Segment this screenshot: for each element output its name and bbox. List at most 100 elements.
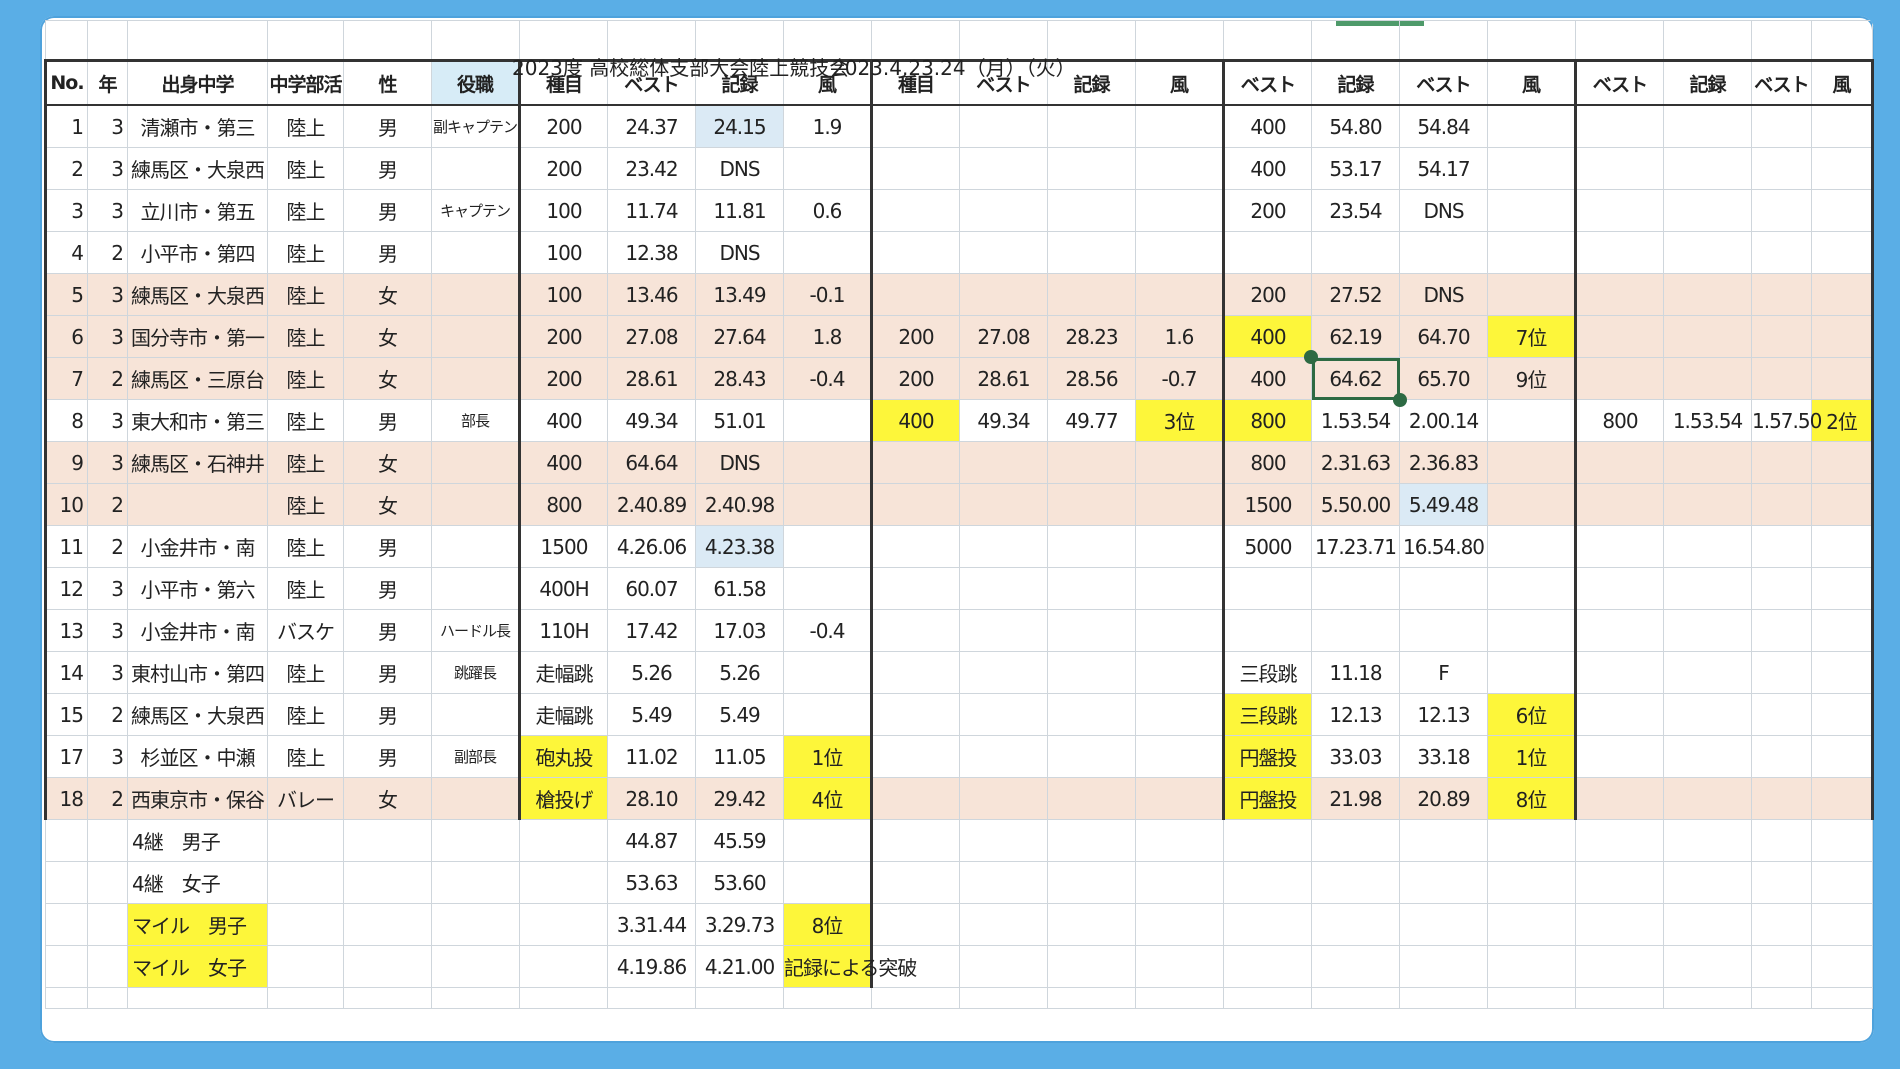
table-cell-ev3[interactable]: 400	[1223, 147, 1312, 190]
table-cell-rec3[interactable]: 2.31.63	[1311, 441, 1400, 484]
table-cell-c22[interactable]	[1811, 315, 1874, 358]
blank-cell[interactable]	[1223, 861, 1312, 904]
table-cell-best2[interactable]	[959, 651, 1048, 694]
blank-cell[interactable]	[87, 20, 128, 61]
blank-cell[interactable]	[343, 903, 432, 946]
table-cell-rec1[interactable]: 11.05	[695, 735, 784, 778]
table-cell-no[interactable]: 14	[44, 651, 88, 694]
table-cell-ev1[interactable]: 200	[519, 147, 608, 190]
table-cell-c19[interactable]	[1575, 609, 1664, 652]
relay-rank[interactable]: 8位	[783, 903, 873, 946]
blank-cell[interactable]	[1223, 903, 1312, 946]
table-cell-grade[interactable]: 3	[87, 189, 128, 232]
table-cell-wind2[interactable]	[1135, 609, 1225, 652]
table-cell-role[interactable]: 副キャプテン	[431, 104, 521, 148]
table-cell-grade[interactable]: 2	[87, 693, 128, 736]
table-cell-best1[interactable]: 23.42	[607, 147, 696, 190]
table-cell-rec3[interactable]: 33.03	[1311, 735, 1400, 778]
table-cell-best3[interactable]: DNS	[1399, 189, 1488, 232]
table-cell-ev3[interactable]: 800	[1223, 441, 1312, 484]
table-cell-role[interactable]: 部長	[431, 399, 521, 442]
table-cell-rec2[interactable]	[1047, 483, 1136, 526]
table-cell-rec1[interactable]: 4.23.38	[695, 525, 784, 568]
table-cell-best1[interactable]: 11.74	[607, 189, 696, 232]
blank-cell[interactable]	[1663, 861, 1752, 904]
table-cell-best2[interactable]	[959, 609, 1048, 652]
table-cell-no[interactable]: 9	[44, 441, 88, 484]
blank-cell[interactable]	[267, 903, 344, 946]
blank-cell[interactable]	[1575, 861, 1664, 904]
table-cell-wind2[interactable]	[1135, 483, 1225, 526]
table-cell-no[interactable]: 6	[44, 315, 88, 358]
blank-cell[interactable]	[267, 819, 344, 862]
blank-cell[interactable]	[1487, 987, 1576, 1009]
blank-cell[interactable]	[267, 945, 344, 988]
table-cell-wind1[interactable]: -0.4	[783, 357, 873, 400]
table-cell-wind2[interactable]	[1135, 273, 1225, 316]
table-cell-wind2[interactable]	[1135, 525, 1225, 568]
table-cell-wind2[interactable]	[1135, 735, 1225, 778]
blank-cell[interactable]	[1751, 987, 1812, 1009]
relay-label[interactable]: 4継 男子	[127, 819, 268, 862]
table-cell-ev1[interactable]: 槍投げ	[519, 777, 608, 820]
table-cell-club[interactable]: 陸上	[267, 651, 344, 694]
table-cell-best1[interactable]: 5.26	[607, 651, 696, 694]
table-cell-rec3[interactable]	[1311, 231, 1400, 274]
table-cell-wind2[interactable]	[1135, 147, 1225, 190]
table-cell-wind1[interactable]: -0.1	[783, 273, 873, 316]
table-cell-sex[interactable]: 男	[343, 399, 432, 442]
table-cell-best1[interactable]: 60.07	[607, 567, 696, 610]
table-cell-no[interactable]: 1	[44, 104, 88, 148]
table-cell-best2[interactable]	[959, 693, 1048, 736]
table-cell-rec2[interactable]: 28.23	[1047, 315, 1136, 358]
table-cell-ev3[interactable]: 200	[1223, 189, 1312, 232]
header-cell[interactable]: 性	[343, 59, 432, 106]
table-cell-wind2[interactable]	[1135, 441, 1225, 484]
blank-cell[interactable]	[1751, 903, 1812, 946]
header-cell[interactable]: 役職	[431, 59, 521, 106]
table-cell-best3[interactable]: 2.36.83	[1399, 441, 1488, 484]
blank-cell[interactable]	[959, 987, 1048, 1009]
table-cell-ev3[interactable]: 三段跳	[1223, 693, 1312, 736]
blank-cell[interactable]	[1223, 945, 1312, 988]
table-cell-c19[interactable]	[1575, 357, 1664, 400]
blank-cell[interactable]	[267, 20, 344, 61]
table-cell-c20[interactable]	[1663, 189, 1752, 232]
table-cell-grade[interactable]: 3	[87, 399, 128, 442]
blank-cell[interactable]	[783, 987, 872, 1009]
table-cell-c19[interactable]	[1575, 231, 1664, 274]
table-cell-c21[interactable]	[1751, 609, 1812, 652]
table-cell-sex[interactable]: 男	[343, 525, 432, 568]
relay-rank[interactable]	[783, 819, 873, 862]
table-cell-c19[interactable]	[1575, 273, 1664, 316]
table-cell-ev2[interactable]	[871, 525, 960, 568]
table-cell-ev3[interactable]: 1500	[1223, 483, 1312, 526]
table-cell-c19[interactable]: 800	[1575, 399, 1664, 442]
relay-record[interactable]: 4.21.00	[695, 945, 784, 988]
table-cell-wind1[interactable]	[783, 567, 873, 610]
blank-cell[interactable]	[1487, 903, 1576, 946]
blank-cell[interactable]	[45, 819, 88, 862]
table-cell-wind3[interactable]	[1487, 273, 1577, 316]
blank-cell[interactable]	[1399, 861, 1488, 904]
table-cell-ev3[interactable]	[1223, 609, 1312, 652]
table-cell-wind3[interactable]	[1487, 104, 1577, 148]
table-cell-c21[interactable]	[1751, 273, 1812, 316]
table-cell-c19[interactable]	[1575, 189, 1664, 232]
blank-cell[interactable]	[1047, 861, 1136, 904]
table-cell-no[interactable]: 13	[44, 609, 88, 652]
table-cell-grade[interactable]: 2	[87, 357, 128, 400]
header-cell[interactable]: No.	[44, 59, 88, 106]
table-cell-rec2[interactable]	[1047, 189, 1136, 232]
table-cell-best2[interactable]	[959, 441, 1048, 484]
blank-cell[interactable]	[1135, 819, 1224, 862]
table-cell-rec2[interactable]	[1047, 441, 1136, 484]
table-cell-wind1[interactable]: 0.6	[783, 189, 873, 232]
table-cell-rec2[interactable]: 28.56	[1047, 357, 1136, 400]
table-cell-best1[interactable]: 28.61	[607, 357, 696, 400]
table-cell-best3[interactable]: 54.17	[1399, 147, 1488, 190]
blank-cell[interactable]	[267, 987, 344, 1009]
table-cell-ev1[interactable]: 400H	[519, 567, 608, 610]
table-cell-rec3[interactable]: 62.19	[1311, 315, 1400, 358]
table-cell-c20[interactable]: 1.53.54	[1663, 399, 1752, 442]
